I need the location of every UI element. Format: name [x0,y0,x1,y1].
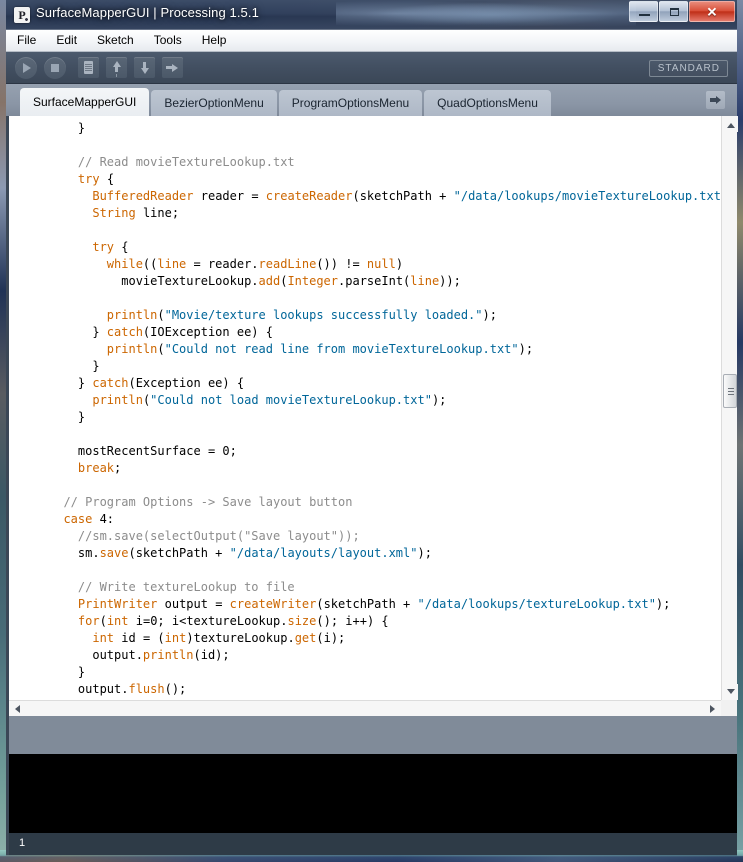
code-line: // Write textureLookup to file [77,580,295,594]
save-sketch-button[interactable] [134,57,155,78]
processing-logo-icon: P [14,7,30,23]
console-output[interactable] [6,754,737,833]
new-tab-menu-button[interactable] [706,91,725,109]
code-line: while((line = reader.readLine()) != null… [106,257,404,271]
scroll-left-icon[interactable] [9,701,25,717]
mode-badge[interactable]: STANDARD [648,60,728,77]
status-panel [6,716,737,754]
code-editor[interactable]: } // Read movieTextureLookup.txt try { B… [6,116,738,716]
code-line: //sm.save(selectOutput("Save layout")); [77,529,360,543]
arrow-down-icon [134,57,155,78]
tab-bar: SurfaceMapperGUI BezierOptionMenu Progra… [6,84,737,116]
close-icon: ✕ [706,4,718,19]
code-line: for(int i=0; i<textureLookup.size(); i++… [77,614,389,628]
code-line: PrintWriter output = createWriter(sketch… [77,597,671,611]
code-line: } [49,665,86,679]
menu-item-edit[interactable]: Edit [47,31,86,50]
open-sketch-button[interactable] [106,57,127,78]
code-line: output.flush(); [49,682,187,696]
code-line: BufferedReader reader = createReader(ske… [92,189,721,203]
window-controls: ✕ [628,1,735,23]
code-line: println("Movie/texture lookups successfu… [106,308,497,322]
vertical-scroll-thumb[interactable] [723,374,737,408]
new-sketch-button[interactable] [78,57,99,78]
menu-item-sketch[interactable]: Sketch [88,31,143,50]
close-button[interactable]: ✕ [689,1,735,22]
code-line: } catch(IOException ee) { [49,325,273,339]
minimize-button[interactable] [629,1,658,22]
scroll-down-icon[interactable] [722,684,738,700]
maximize-button[interactable] [659,1,688,22]
menu-item-help[interactable]: Help [193,31,236,50]
code-line: sm.save(sketchPath + "/data/layouts/layo… [49,546,432,560]
code-line: movieTextureLookup.add(Integer.parseInt(… [49,274,461,288]
code-line: // Read movieTextureLookup.txt [77,155,295,169]
scroll-up-icon[interactable] [722,116,738,132]
current-line-number: 1 [19,837,26,849]
code-line: String line; [92,206,180,220]
tab-surfacemappergui[interactable]: SurfaceMapperGUI [20,88,150,116]
tab-list: SurfaceMapperGUI BezierOptionMenu Progra… [20,88,553,116]
menu-bar: File Edit Sketch Tools Help [6,30,737,52]
title-bar[interactable]: P SurfaceMapperGUI | Processing 1.5.1 ✕ [6,0,737,30]
code-line: } [49,410,86,424]
menu-item-tools[interactable]: Tools [145,31,191,50]
editor-vertical-scrollbar[interactable] [721,116,738,700]
tab-programoptionsmenu[interactable]: ProgramOptionsMenu [278,90,423,116]
arrow-up-icon [106,57,127,78]
code-line: try { [92,240,129,254]
play-icon [23,63,31,73]
window-title: SurfaceMapperGUI | Processing 1.5.1 [36,5,259,20]
processing-ide-window: P SurfaceMapperGUI | Processing 1.5.1 ✕ … [0,0,743,862]
code-line: } catch(Exception ee) { [49,376,245,390]
code-line: break; [77,461,122,475]
code-line: println("Could not load movieTextureLook… [92,393,447,407]
stop-button[interactable] [44,57,66,79]
toolbar: STANDARD [6,52,737,84]
editor-horizontal-scrollbar[interactable] [9,700,721,716]
menu-item-file[interactable]: File [8,31,45,50]
code-line: mostRecentSurface = 0; [49,444,237,458]
export-application-button[interactable] [162,57,183,78]
code-line: // Program Options -> Save layout button [63,495,353,509]
code-line: int id = (int)textureLookup.get(i); [92,631,346,645]
title-bar-glass-reflection [336,0,636,30]
tab-quadoptionsmenu[interactable]: QuadOptionsMenu [424,90,551,116]
code-text-area[interactable]: } // Read movieTextureLookup.txt try { B… [9,116,721,700]
run-button[interactable] [15,57,37,79]
tab-bezieroptionmenu[interactable]: BezierOptionMenu [151,90,277,116]
line-number-bar: 1 [6,833,737,855]
scroll-right-icon[interactable] [705,701,721,717]
code-line: } [49,359,100,373]
code-line: println("Could not read line from movieT… [106,342,534,356]
code-line: try { [77,172,115,186]
code-line: case 4: [63,512,115,526]
scrollbar-corner [721,700,737,716]
code-line: } [49,121,86,135]
code-line: output.println(id); [49,648,230,662]
arrow-right-icon [162,57,183,78]
new-document-icon [84,61,93,74]
stop-icon [51,64,59,72]
